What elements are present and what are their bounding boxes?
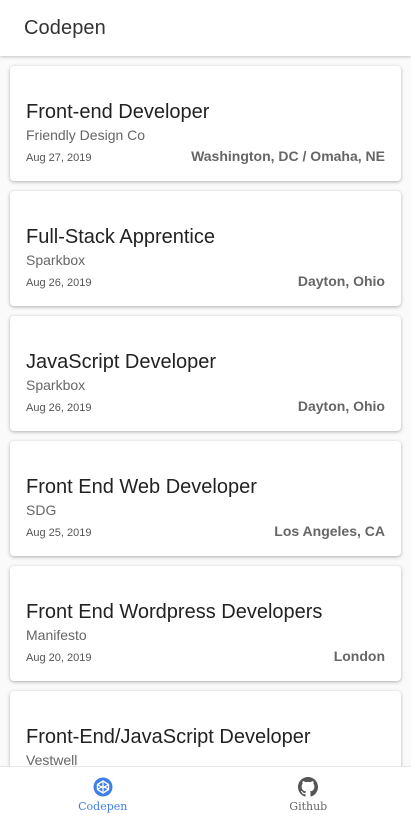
job-title: Front End Wordpress Developers [26,601,323,623]
job-title: JavaScript Developer [26,351,217,373]
job-meta: Aug 26, 2019 Dayton, Ohio [26,273,385,289]
job-card[interactable]: JavaScript Developer Sparkbox Aug 26, 20… [10,316,401,431]
job-meta: Aug 25, 2019 Los Angeles, CA [26,523,385,539]
job-location: London [333,648,385,664]
job-company: Friendly Design Co [26,127,146,143]
bottom-navigation: Codepen Github [0,766,411,823]
job-date: Aug 26, 2019 [26,402,92,414]
job-title: Front-end Developer [26,101,210,123]
github-icon [298,777,319,797]
job-list[interactable]: Front-end Developer Friendly Design Co A… [0,56,411,766]
job-date: Aug 27, 2019 [26,152,92,164]
job-title: Front End Web Developer [26,476,257,498]
job-company: Sparkbox [26,252,86,268]
job-date: Aug 20, 2019 [26,652,92,664]
codepen-icon [93,777,113,797]
app-bar: Codepen [0,0,411,56]
job-card[interactable]: Full-Stack Apprentice Sparkbox Aug 26, 2… [10,191,401,306]
job-date: Aug 25, 2019 [26,527,92,539]
job-card[interactable]: Front End Web Developer SDG Aug 25, 2019… [10,441,401,556]
job-location: Los Angeles, CA [274,523,385,539]
nav-label: Codepen [78,800,128,813]
job-title: Front-End/JavaScript Developer [26,726,311,748]
job-date: Aug 26, 2019 [26,277,92,289]
job-company: Manifesto [26,627,87,643]
nav-item-github[interactable]: Github [206,767,411,823]
job-meta: Aug 20, 2019 London [26,648,385,664]
job-meta: Aug 26, 2019 Dayton, Ohio [26,398,385,414]
job-meta: Aug 27, 2019 Washington, DC / Omaha, NE [26,148,385,164]
job-location: Washington, DC / Omaha, NE [191,148,385,164]
job-company: Sparkbox [26,377,86,393]
nav-label: Github [289,800,328,813]
job-card[interactable]: Front End Wordpress Developers Manifesto… [10,566,401,681]
job-location: Dayton, Ohio [297,398,385,414]
job-title: Full-Stack Apprentice [26,226,215,248]
job-company: SDG [26,502,57,518]
job-card[interactable]: Front-end Developer Friendly Design Co A… [10,66,401,181]
nav-item-codepen[interactable]: Codepen [0,767,206,823]
job-company: Vestwell [26,752,78,766]
job-card[interactable]: Front-End/JavaScript Developer Vestwell [10,691,401,766]
page-title: Codepen [24,16,106,39]
job-location: Dayton, Ohio [297,273,385,289]
